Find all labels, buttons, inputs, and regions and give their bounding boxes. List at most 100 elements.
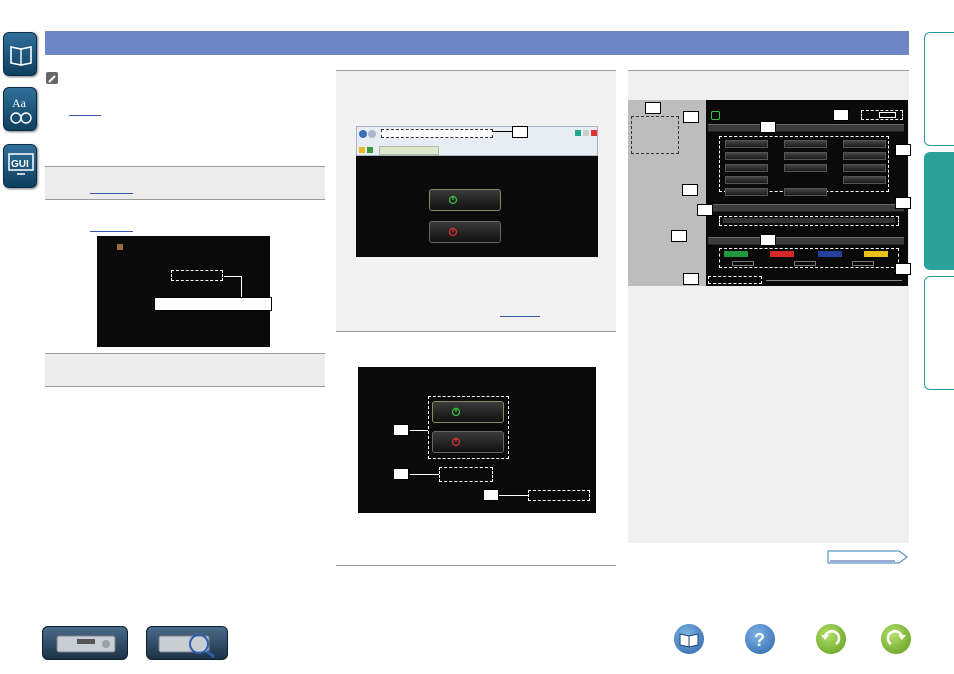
- favorites-star-icon[interactable]: [359, 147, 365, 153]
- forward-icon: [886, 630, 906, 646]
- tab-gui[interactable]: GUI: [3, 144, 37, 188]
- source-button[interactable]: [725, 164, 768, 172]
- memory-button[interactable]: [794, 261, 816, 266]
- source-button[interactable]: [784, 140, 827, 148]
- go-icon[interactable]: [575, 130, 581, 136]
- callout-1: [645, 102, 661, 114]
- reference-link-4[interactable]: [500, 316, 540, 317]
- gui-icon: GUI: [8, 153, 34, 175]
- source-button[interactable]: [725, 188, 768, 196]
- mode-row[interactable]: [723, 218, 895, 223]
- memory-button[interactable]: [852, 261, 874, 266]
- source-button[interactable]: [843, 152, 886, 160]
- power-on-button[interactable]: [432, 401, 504, 423]
- section-header-bar: [45, 31, 909, 55]
- main-zone-bar[interactable]: [708, 124, 904, 132]
- next-page-button[interactable]: [827, 549, 909, 565]
- main-gui-screen: [706, 100, 908, 286]
- power-standby-button[interactable]: [429, 221, 501, 243]
- note-pencil-icon: [46, 72, 58, 84]
- arrow-line: [224, 276, 242, 277]
- contents-button[interactable]: [674, 624, 704, 654]
- power-on-icon: [448, 195, 458, 205]
- source-button[interactable]: [843, 164, 886, 172]
- address-bar[interactable]: [381, 129, 493, 138]
- right-tab-2-active[interactable]: [924, 152, 954, 270]
- surround-mode-bar[interactable]: [708, 204, 904, 212]
- arrow-line: [241, 276, 242, 298]
- power-on-button[interactable]: [429, 189, 501, 211]
- power-off-icon: [448, 227, 458, 237]
- source-button[interactable]: [843, 176, 886, 184]
- power-on-icon: [451, 407, 461, 417]
- power-toggle[interactable]: [879, 112, 896, 118]
- sample-screen: [97, 236, 270, 347]
- back-button[interactable]: [816, 624, 846, 654]
- book-icon: [10, 46, 32, 66]
- highlight-box: [171, 270, 223, 281]
- callout-box: [154, 297, 272, 311]
- power-standby-button[interactable]: [432, 431, 504, 453]
- browser-window: [356, 126, 598, 156]
- arrow-line: [410, 430, 428, 431]
- svg-text:?: ?: [754, 630, 765, 650]
- source-button[interactable]: [843, 140, 886, 148]
- folder-icon: [117, 244, 123, 250]
- refresh-icon[interactable]: [583, 130, 589, 136]
- red-key-button[interactable]: [770, 251, 794, 257]
- source-button[interactable]: [725, 140, 768, 148]
- callout-5: [895, 144, 911, 156]
- browser-tab[interactable]: [379, 146, 439, 155]
- manual-page: Aa GUI ?: [0, 0, 954, 674]
- stop-icon[interactable]: [591, 130, 597, 136]
- yellow-key-button[interactable]: [864, 251, 888, 257]
- volume-slider[interactable]: [766, 280, 902, 281]
- callout-3: [833, 109, 849, 121]
- source-button[interactable]: [725, 176, 768, 184]
- memory-button[interactable]: [732, 261, 754, 266]
- help-icon: ?: [754, 630, 765, 650]
- step-row-1: [45, 167, 325, 199]
- quick-select-bar[interactable]: [708, 237, 904, 245]
- tab-contents[interactable]: [3, 32, 37, 76]
- reference-link-2[interactable]: [90, 193, 133, 194]
- source-button[interactable]: [784, 164, 827, 172]
- browser-power-screen: [356, 156, 598, 257]
- callout-10: [760, 234, 776, 246]
- callout-8: [697, 204, 713, 216]
- arrow-line: [499, 495, 528, 496]
- source-button[interactable]: [784, 152, 827, 160]
- green-key-button[interactable]: [724, 251, 748, 257]
- help-button[interactable]: ?: [745, 624, 775, 654]
- divider: [45, 386, 325, 387]
- side-highlight: [631, 116, 679, 154]
- forward-icon[interactable]: [368, 130, 376, 138]
- back-icon: [821, 630, 841, 646]
- arrow-line: [410, 474, 439, 475]
- source-button[interactable]: [725, 152, 768, 160]
- reference-link-3[interactable]: [90, 231, 133, 232]
- remote-control-icon: [158, 634, 215, 659]
- svg-text:GUI: GUI: [11, 159, 29, 170]
- power-icon[interactable]: [711, 111, 720, 120]
- right-tab-1[interactable]: [924, 32, 954, 146]
- front-panel-icon: [56, 635, 116, 653]
- next-arrow-icon: [827, 550, 908, 564]
- callout-1: [512, 126, 528, 138]
- remote-control-button[interactable]: [146, 626, 228, 660]
- callout-12: [683, 273, 699, 285]
- add-favorite-icon[interactable]: [367, 147, 373, 153]
- arrow-line: [492, 131, 512, 132]
- status-highlight: [439, 467, 493, 482]
- blue-key-button[interactable]: [818, 251, 842, 257]
- callout-4: [760, 121, 776, 133]
- right-tab-3[interactable]: [924, 276, 954, 390]
- tab-index[interactable]: Aa: [3, 87, 37, 131]
- back-icon[interactable]: [359, 130, 367, 138]
- reference-link-1[interactable]: [69, 115, 101, 116]
- forward-button[interactable]: [881, 624, 911, 654]
- source-button[interactable]: [784, 188, 827, 196]
- front-panel-button[interactable]: [42, 626, 128, 660]
- svg-text:Aa: Aa: [12, 96, 27, 110]
- divider: [45, 199, 325, 200]
